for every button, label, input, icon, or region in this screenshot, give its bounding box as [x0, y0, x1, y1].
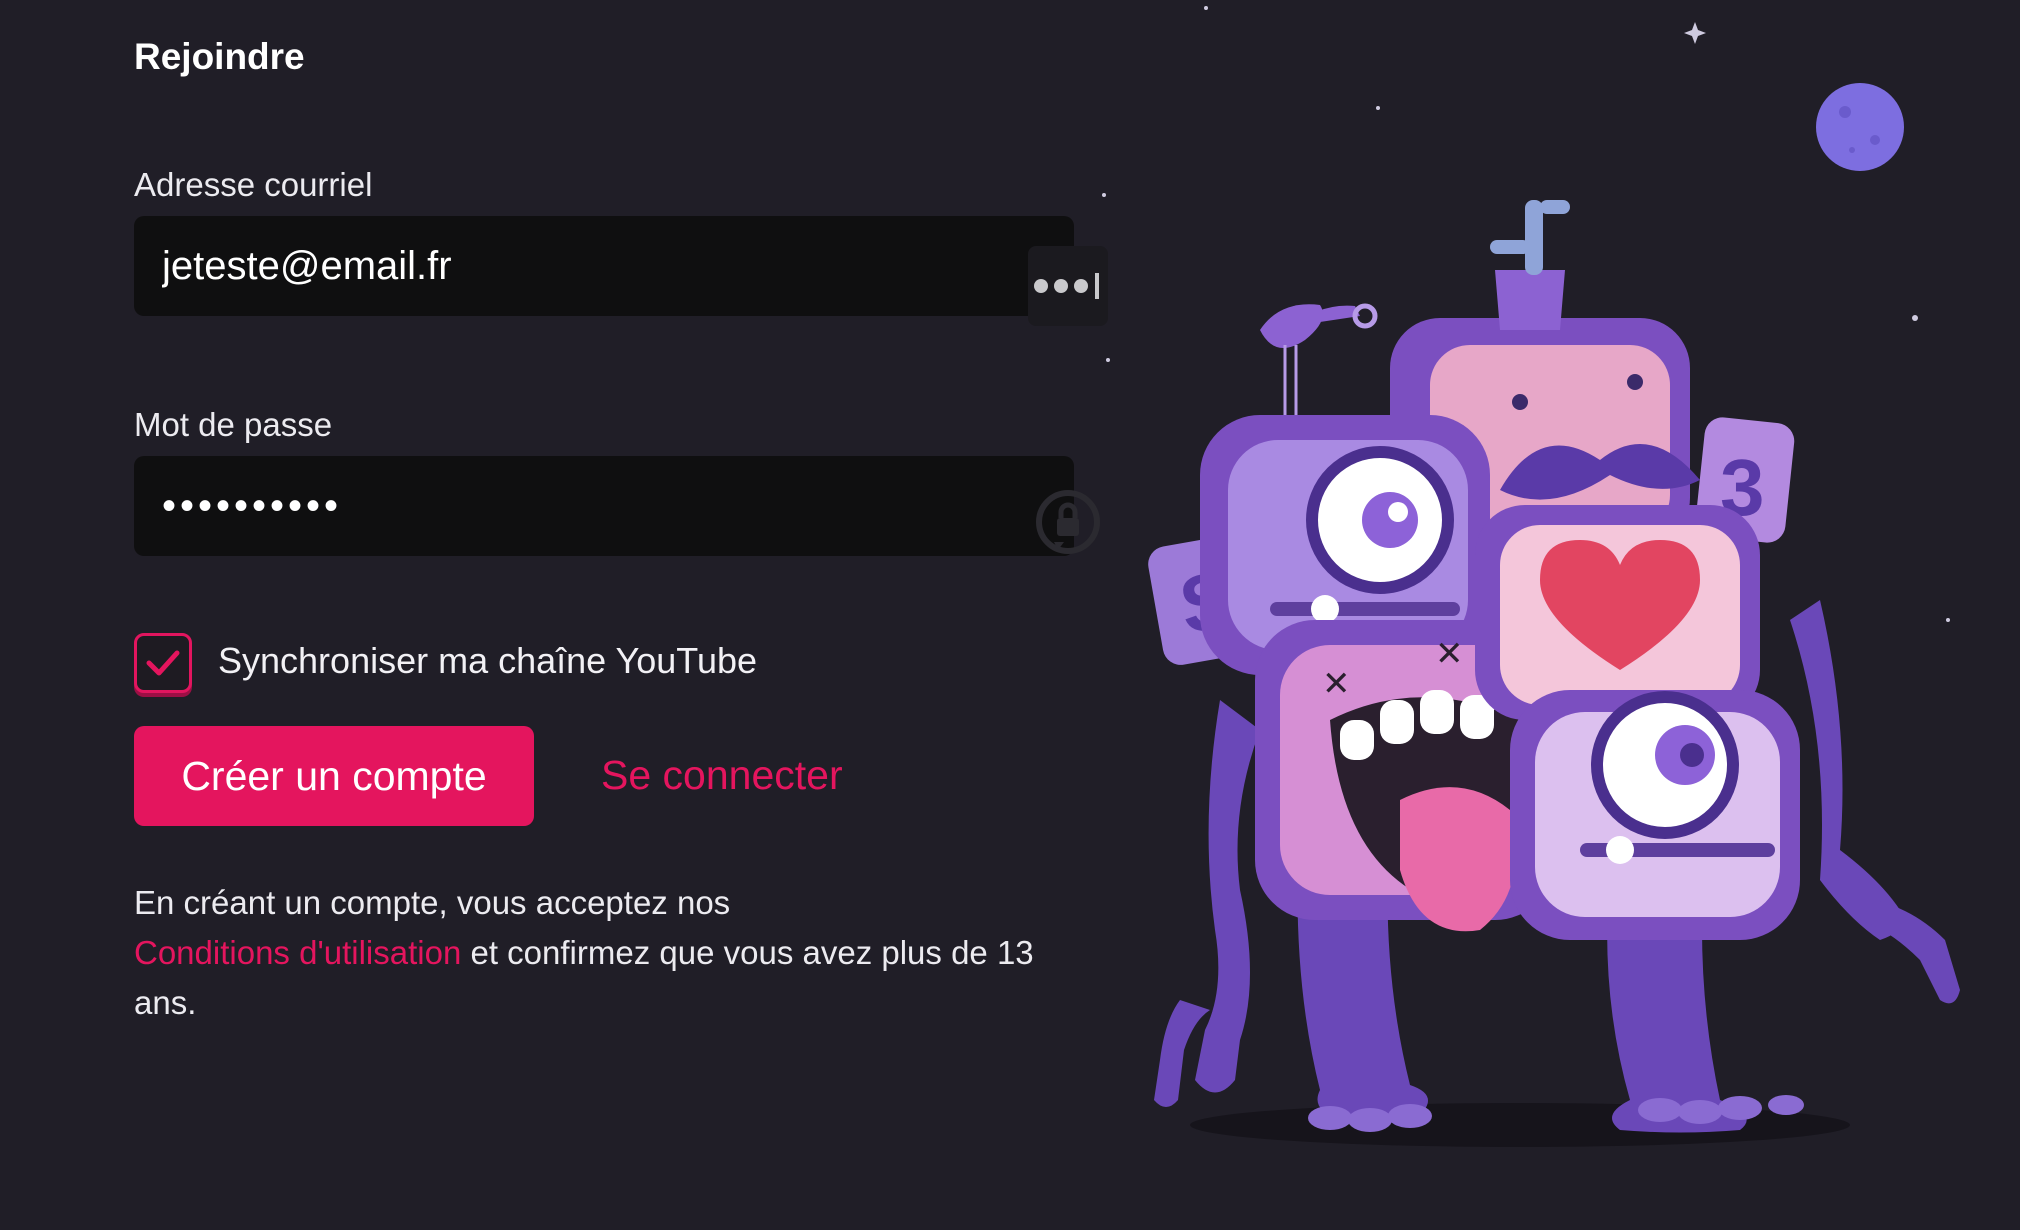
email-input[interactable] [160, 242, 924, 290]
ellipsis-icon [1034, 273, 1099, 299]
page-title: Rejoindre [134, 36, 305, 77]
monster-illustration: 3 S [1102, 6, 1960, 1147]
moon-icon [1816, 83, 1904, 171]
checkmark-icon [146, 650, 180, 676]
svg-text:✕: ✕ [1322, 665, 1351, 703]
heart-tv-head [1475, 505, 1760, 720]
password-input[interactable] [160, 482, 924, 530]
sync-youtube-checkbox[interactable] [134, 633, 192, 693]
cyclops-tv-head-2 [1510, 690, 1800, 940]
password-label: Mot de passe [134, 406, 333, 443]
password-field[interactable] [134, 456, 1074, 556]
legal-prefix: En créant un compte, vous acceptez nos [134, 884, 731, 921]
sync-youtube-label[interactable]: Synchroniser ma chaîne YouTube [218, 640, 757, 682]
create-account-button[interactable]: Créer un compte [134, 726, 534, 826]
svg-text:✕: ✕ [1435, 635, 1464, 673]
email-label: Adresse courriel [134, 166, 373, 203]
email-field[interactable] [134, 216, 1074, 316]
terms-link[interactable]: Conditions d'utilisation [134, 934, 461, 971]
bird-decoration [1260, 303, 1378, 420]
signup-page: Rejoindre Adresse courriel Mot de passe … [0, 0, 2020, 1230]
legal-notice: En créant un compte, vous acceptez nos C… [134, 878, 1094, 1028]
login-link[interactable]: Se connecter [601, 752, 843, 799]
lock-refresh-icon[interactable] [1034, 488, 1102, 556]
password-manager-icon[interactable] [1028, 246, 1108, 326]
